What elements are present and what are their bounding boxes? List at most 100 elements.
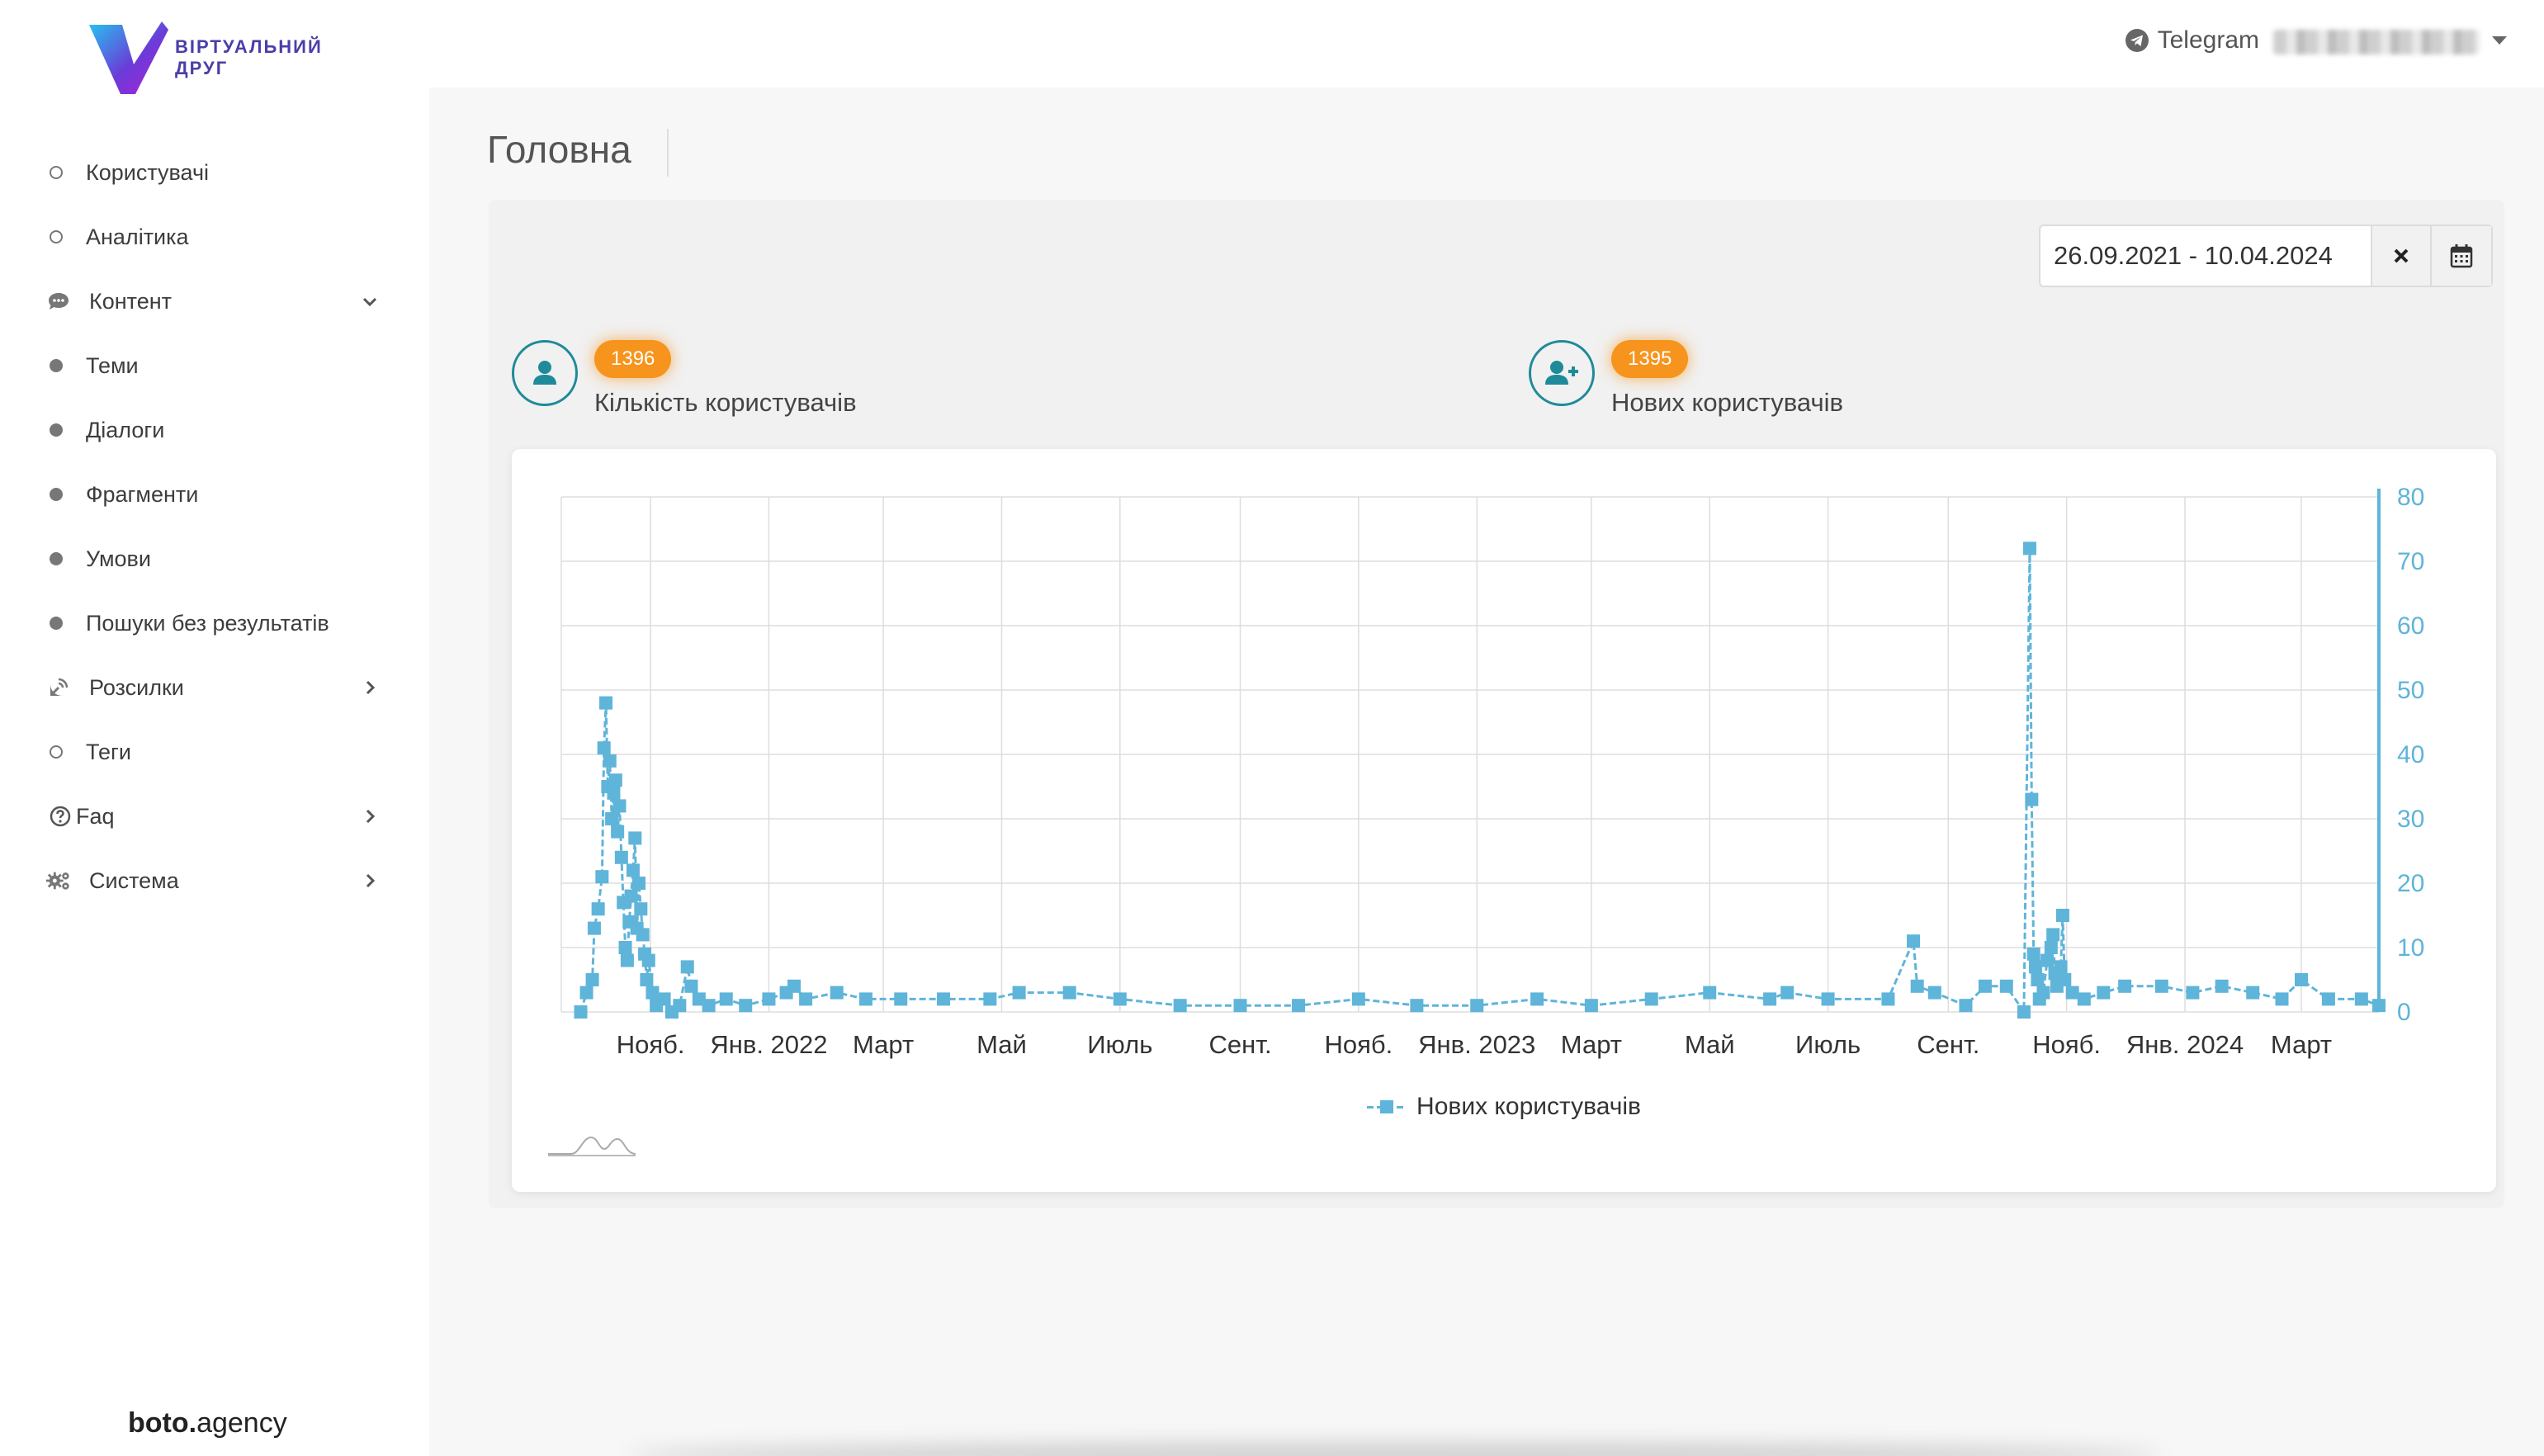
data-point [2294,973,2308,986]
data-point [2029,960,2043,974]
sidebar-item-tags[interactable]: Теги [0,720,429,784]
sidebar-item-label: Теги [86,739,131,764]
data-point [936,992,950,1006]
sidebar-item-topics[interactable]: Теми [0,333,429,398]
data-point [587,921,601,935]
data-point [636,928,650,942]
data-point [585,973,599,986]
data-point [574,1005,588,1019]
telegram-label: Telegram [2157,26,2259,54]
sidebar-item-label: Faq [76,803,115,829]
data-point [1703,986,1717,1000]
data-point [739,999,753,1013]
bullet-icon [50,552,63,565]
user-menu[interactable] [2273,30,2480,54]
legend-marker-icon [1367,1099,1407,1115]
x-tick-label: Март [1561,1030,1622,1059]
sidebar-item-conditions[interactable]: Умови [0,527,429,591]
clear-date-button[interactable] [2372,226,2432,286]
data-point [2077,992,2091,1006]
footer-brand[interactable]: boto.agency [128,1407,287,1439]
data-point [2154,979,2168,993]
data-point [983,992,997,1006]
x-tick-label: Нояб. [2032,1030,2101,1059]
telegram-link[interactable]: Telegram [2125,26,2259,54]
sidebar-item-system[interactable]: Система [0,849,429,913]
chevron-right-icon [366,809,376,824]
new-users-stat-icon [1529,340,1595,406]
data-point [1113,992,1127,1006]
sidebar: ВІРТУАЛЬНИЙ ДРУГ Користувачі Аналітика К… [0,0,429,1456]
sidebar-item-fragments[interactable]: Фрагменти [0,462,429,527]
y-tick-label: 0 [2397,999,2411,1026]
data-point [579,986,593,1000]
chart-card: 0 10 20 30 40 50 60 70 80 Нояб. Янв. 2022 Март Май Ию… [512,449,2496,1192]
sidebar-item-label: Розсилки [89,674,184,700]
data-point [1530,992,1544,1006]
data-point [640,973,654,986]
data-point [634,902,648,916]
calendar-button[interactable] [2432,226,2491,286]
data-point [1584,999,1598,1013]
data-point [597,741,611,755]
caret-down-icon[interactable] [2492,36,2507,45]
data-point [657,992,671,1006]
y-tick-label: 20 [2397,870,2424,897]
data-point [1233,999,1247,1013]
data-point [1470,999,1484,1013]
data-point [2097,986,2111,1000]
user-icon [533,361,556,385]
x-tick-label: Май [1685,1030,1735,1059]
data-point [599,696,613,710]
data-point [612,799,627,813]
date-range-input[interactable]: 26.09.2021 - 10.04.2024 [2040,226,2372,286]
data-point [2055,909,2069,922]
data-point [1173,999,1187,1013]
bullet-icon [50,745,63,759]
data-point [1644,992,1658,1006]
sidebar-item-empty-searches[interactable]: Пошуки без результатів [0,591,429,655]
bullet-icon [50,230,63,243]
data-point [1910,979,1924,993]
title-divider [667,129,669,177]
data-point [614,850,628,864]
sidebar-item-label: Контент [89,288,173,314]
y-tick-label: 50 [2397,677,2424,704]
logo-text: ВІРТУАЛЬНИЙ ДРУГ [175,36,323,78]
data-point [608,773,622,787]
sidebar-item-label: Аналітика [86,224,189,249]
data-point [2246,986,2260,1000]
data-point [799,992,813,1006]
satellite-icon [46,675,71,700]
y-tick-label: 60 [2397,612,2424,640]
data-point [673,999,687,1013]
sidebar-item-analytics[interactable]: Аналітика [0,205,429,269]
sidebar-item-users[interactable]: Користувачі [0,140,429,205]
y-tick-label: 80 [2397,484,2424,511]
chat-icon [46,289,71,314]
app-logo[interactable]: ВІРТУАЛЬНИЙ ДРУГ [86,18,350,97]
legend-label: Нових користувачів [1416,1093,1641,1120]
data-point [1881,992,1895,1006]
sidebar-nav: Користувачі Аналітика Контент Теми Діало… [0,140,429,913]
data-point [762,992,776,1006]
sidebar-item-dialogs[interactable]: Діалоги [0,398,429,462]
chevron-right-icon [366,873,376,888]
user-plus-icon [1545,361,1578,385]
data-point [2044,941,2058,954]
bullet-icon [50,359,63,372]
data-point [1351,992,1365,1006]
sidebar-item-faq[interactable]: Faq [0,784,429,849]
chart-legend[interactable]: Нових користувачів [512,1093,2496,1121]
chart-brand-sparkline-icon [548,1136,636,1156]
data-point [626,863,640,877]
question-icon [48,804,73,829]
x-tick-label: Янв. 2024 [2126,1030,2244,1059]
sidebar-item-content[interactable]: Контент [0,269,429,333]
data-point [607,786,621,800]
sidebar-item-mailings[interactable]: Розсилки [0,655,429,720]
data-point [2046,928,2060,942]
data-point [628,831,642,845]
footer-brand-light: agency [196,1407,287,1439]
data-point [632,877,646,890]
